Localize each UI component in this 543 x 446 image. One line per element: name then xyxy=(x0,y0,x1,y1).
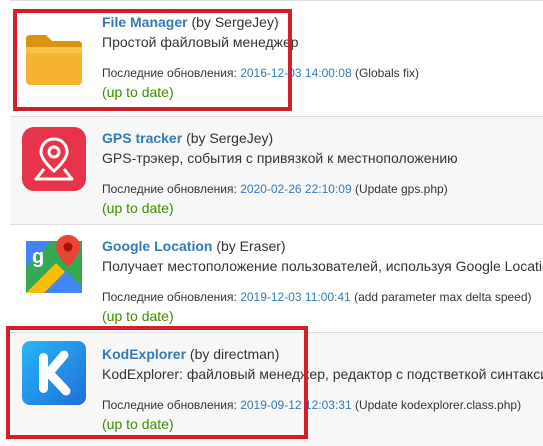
updated-note: (add parameter max delta speed) xyxy=(354,290,532,304)
status-badge: (up to date) xyxy=(102,308,174,324)
status-badge: (up to date) xyxy=(102,84,174,100)
plugin-author: (by directman) xyxy=(189,346,280,362)
plugin-author: (by SergeJey) xyxy=(186,130,274,146)
updated-note: (Update gps.php) xyxy=(354,182,448,196)
plugin-author: (by SergeJey) xyxy=(191,14,279,30)
plugin-description: Простой файловый менеджер xyxy=(102,34,299,50)
updated-label: Последние обновления: xyxy=(102,398,237,412)
plugin-name-link[interactable]: Google Location xyxy=(102,238,212,254)
kodexplorer-k-icon[interactable] xyxy=(22,341,86,405)
plugin-row-google-location: g Google Location (by Eraser) Получает м… xyxy=(10,224,543,333)
updated-label: Последние обновления: xyxy=(102,182,237,196)
plugin-row-kodexplorer: KodExplorer (by directman) KodExplorer: … xyxy=(10,332,543,446)
updated-date: 2016-12-03 14:00:08 xyxy=(240,66,352,80)
folder-icon[interactable] xyxy=(22,27,86,91)
plugin-description: GPS-трэкер, события с привязкой к местно… xyxy=(102,150,458,166)
svg-text:g: g xyxy=(32,246,44,268)
plugin-row-gps-tracker: GPS tracker (by SergeJey) GPS-трэкер, со… xyxy=(10,116,543,225)
updated-date: 2020-02-26 22:10:09 xyxy=(240,182,352,196)
updated-note: (Update kodexplorer.class.php) xyxy=(354,398,522,412)
updated-date: 2019-09-12 12:03:31 xyxy=(240,398,352,412)
plugin-name-link[interactable]: File Manager xyxy=(102,14,188,30)
updated-label: Последние обновления: xyxy=(102,66,237,80)
map-pin-icon[interactable] xyxy=(22,127,86,191)
plugin-author: (by Eraser) xyxy=(216,238,286,254)
plugin-description: Получает местоположение пользователей, и… xyxy=(102,258,543,274)
plugin-name-link[interactable]: KodExplorer xyxy=(102,346,186,362)
plugin-list: File Manager (by SergeJey) Простой файло… xyxy=(0,0,543,446)
updated-label: Последние обновления: xyxy=(102,290,237,304)
plugin-description: KodExplorer: файловый менеджер, редактор… xyxy=(102,366,543,382)
status-badge: (up to date) xyxy=(102,416,174,432)
updated-note: (Globals fix) xyxy=(354,66,419,80)
google-maps-icon[interactable]: g xyxy=(22,233,86,297)
plugin-name-link[interactable]: GPS tracker xyxy=(102,130,182,146)
updated-date: 2019-12-03 11:00:41 xyxy=(240,290,351,304)
status-badge: (up to date) xyxy=(102,200,174,216)
plugin-row-file-manager: File Manager (by SergeJey) Простой файло… xyxy=(10,0,543,117)
